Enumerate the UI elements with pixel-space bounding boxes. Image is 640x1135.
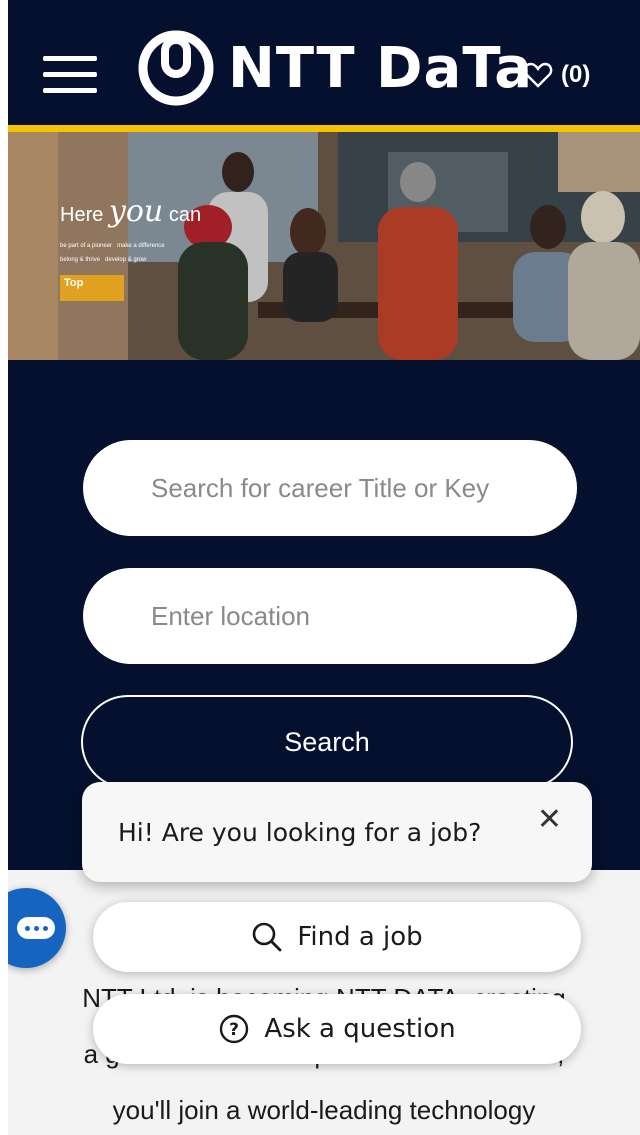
menu-icon[interactable]: [43, 56, 97, 96]
brand-logo[interactable]: NTT DaTa: [136, 28, 533, 108]
favorites-button[interactable]: (0): [523, 55, 590, 95]
ask-question-button[interactable]: ? Ask a question: [93, 994, 581, 1064]
find-job-button[interactable]: Find a job: [93, 902, 581, 972]
hero-banner: Here you can be part of a pioneer make a…: [8, 132, 640, 360]
brand-name: NTT DaTa: [228, 35, 534, 101]
question-icon: ?: [218, 1013, 250, 1045]
close-icon[interactable]: ✕: [537, 802, 562, 837]
award-badge: Top: [60, 275, 124, 301]
hero-overlay: Here you can be part of a pioneer make a…: [60, 194, 201, 301]
keyword-search-input[interactable]: Search for career Title or Key: [83, 440, 577, 536]
heart-icon: [523, 62, 553, 88]
chat-launcher-button[interactable]: [8, 888, 66, 968]
favorites-count: (0): [561, 61, 591, 88]
site-header: NTT DaTa (0): [8, 0, 640, 132]
chat-icon: [17, 917, 55, 939]
chat-greeting-text: Hi! Are you looking for a job?: [118, 817, 482, 847]
search-button[interactable]: Search: [81, 695, 573, 789]
hero-tagline: Here you can: [60, 194, 202, 229]
hero-bullets: be part of a pioneer make a difference b…: [60, 243, 165, 263]
ntt-logo-icon: [138, 30, 214, 106]
page: NTT DaTa (0) Here you can be part of a p…: [8, 0, 640, 1135]
ask-question-label: Ask a question: [264, 1014, 456, 1044]
find-job-label: Find a job: [297, 922, 423, 952]
search-icon: [251, 921, 283, 953]
chat-greeting-bubble: Hi! Are you looking for a job? ✕: [82, 782, 592, 882]
location-input[interactable]: Enter location: [83, 568, 577, 664]
svg-text:?: ?: [229, 1020, 239, 1040]
